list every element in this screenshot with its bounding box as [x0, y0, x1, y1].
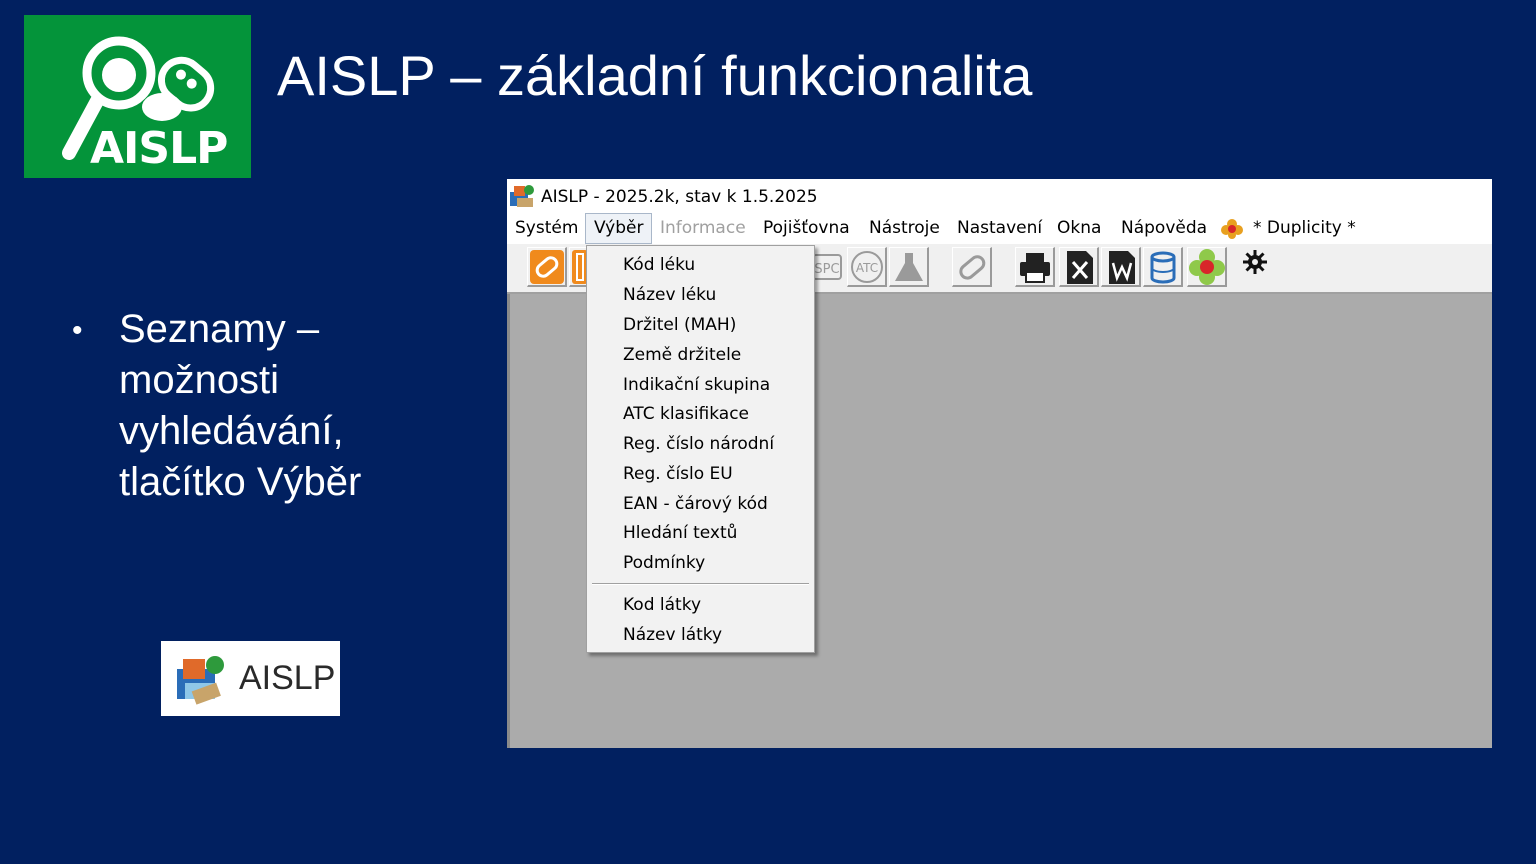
menu-napoveda[interactable]: Nápověda [1113, 213, 1215, 244]
window-title: AISLP - 2025.2k, stav k 1.5.2025 [541, 187, 818, 207]
vyber-dropdown-menu: Kód léku Název léku Držitel (MAH) Země d… [586, 245, 815, 653]
bullet-dot: • [72, 314, 83, 347]
printer-icon[interactable] [1015, 247, 1055, 287]
menu-nastaveni[interactable]: Nastavení [949, 213, 1050, 244]
bullet-text: Seznamy – možnosti vyhledávání, tlačítko… [119, 307, 362, 504]
menu-separator [592, 583, 809, 585]
pill-icon[interactable] [527, 247, 567, 287]
word-icon[interactable] [1101, 247, 1141, 287]
menu-option-reg-cislo-eu[interactable]: Reg. číslo EU [587, 459, 814, 489]
menu-option-nazev-leku[interactable]: Název léku [587, 280, 814, 310]
aislp-shortcut-badge: AISLP [161, 641, 340, 716]
spc-label: SPC [814, 262, 839, 277]
menu-option-zeme-drzitele[interactable]: Země držitele [587, 340, 814, 370]
menu-option-ean[interactable]: EAN - čárový kód [587, 489, 814, 519]
menu-system[interactable]: Systém [507, 213, 586, 244]
menu-okna[interactable]: Okna [1049, 213, 1109, 244]
menu-option-atc-klasifikace[interactable]: ATC klasifikace [587, 399, 814, 429]
menu-duplicity[interactable]: * Duplicity * [1245, 213, 1364, 244]
aislp-app-icon [177, 656, 224, 705]
menu-option-kod-leku[interactable]: Kód léku [587, 250, 814, 280]
menu-option-podminky[interactable]: Podmínky [587, 548, 814, 578]
menu-option-kod-latky[interactable]: Kod látky [587, 590, 814, 620]
menu-option-nazev-latky[interactable]: Název látky [587, 620, 814, 650]
menu-option-hledani-textu[interactable]: Hledání textů [587, 518, 814, 548]
excel-icon[interactable] [1059, 247, 1099, 287]
database-icon[interactable] [1143, 247, 1183, 287]
flower-icon[interactable] [1187, 247, 1227, 287]
menu-bar: Systém Výběr Informace Pojišťovna Nástro… [507, 213, 1492, 244]
menu-nastroje[interactable]: Nástroje [861, 213, 948, 244]
gear-icon[interactable] [1239, 247, 1279, 287]
menu-option-reg-cislo-narodni[interactable]: Reg. číslo národní [587, 429, 814, 459]
atc-icon[interactable]: ATC [847, 247, 887, 287]
aislp-logo: AISLP [24, 15, 251, 178]
logo-text: AISLP [90, 123, 228, 174]
menu-option-indikacni-skupina[interactable]: Indikační skupina [587, 370, 814, 400]
menu-vyber[interactable]: Výběr [585, 213, 653, 244]
menu-pojistovna[interactable]: Pojišťovna [755, 213, 858, 244]
pill-gray-icon[interactable] [952, 247, 992, 287]
badge-label: AISLP [239, 659, 336, 697]
flask-icon[interactable] [889, 247, 929, 287]
app-icon [510, 185, 534, 207]
duplicity-flower-icon [1221, 219, 1243, 239]
menu-informace[interactable]: Informace [652, 213, 754, 244]
aislp-window: AISLP - 2025.2k, stav k 1.5.2025 Systém … [507, 179, 1492, 748]
menu-option-drzitel[interactable]: Držitel (MAH) [587, 310, 814, 340]
slide-title: AISLP – základní funkcionalita [277, 44, 1033, 107]
window-titlebar: AISLP - 2025.2k, stav k 1.5.2025 [507, 179, 1492, 213]
atc-label: ATC [856, 261, 878, 275]
